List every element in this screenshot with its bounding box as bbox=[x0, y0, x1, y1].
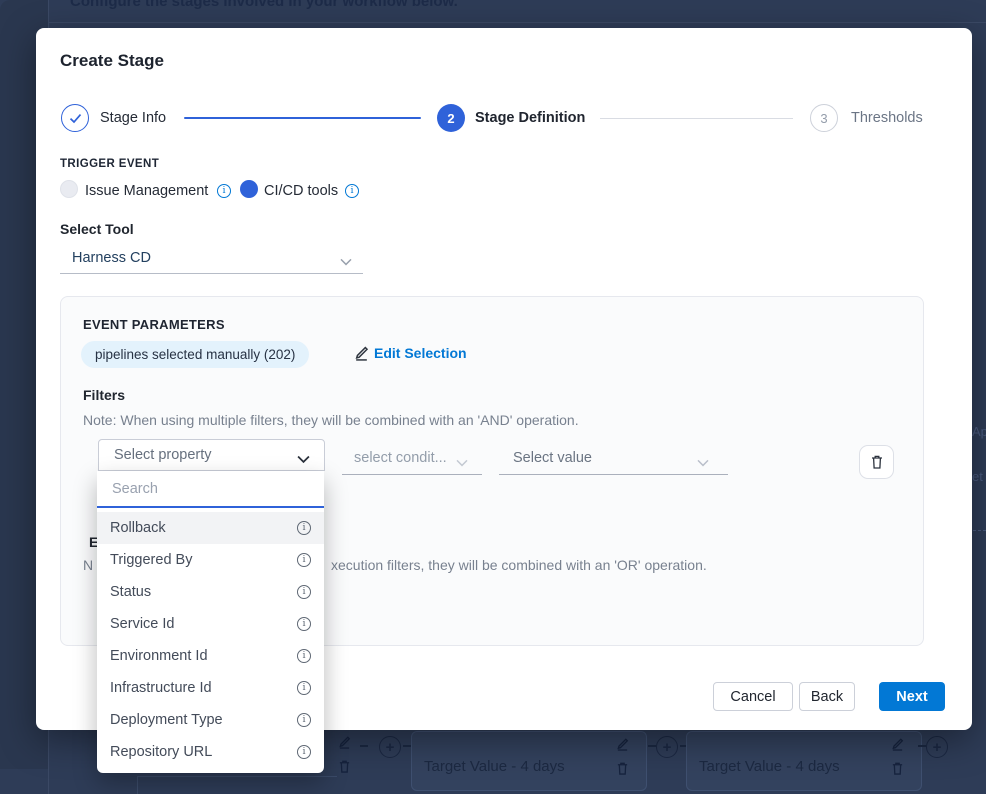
option-label: Status bbox=[110, 584, 151, 600]
stage-card-label: Target Value - 4 days bbox=[424, 758, 565, 775]
trash-icon bbox=[338, 759, 351, 779]
background-card-edge bbox=[137, 776, 138, 794]
cancel-button[interactable]: Cancel bbox=[713, 682, 793, 711]
select-tool-label: Select Tool bbox=[60, 221, 134, 237]
radio-issue-management[interactable] bbox=[60, 180, 78, 198]
background-text-fragment: et bbox=[972, 469, 983, 484]
option-label: Repository URL bbox=[110, 744, 212, 760]
info-icon[interactable] bbox=[297, 681, 311, 695]
info-icon[interactable] bbox=[297, 649, 311, 663]
delete-filter-button[interactable] bbox=[859, 445, 894, 479]
stage-card-label: Target Value - 4 days bbox=[699, 758, 840, 775]
event-parameters-heading: EVENT PARAMETERS bbox=[83, 317, 225, 332]
trigger-event-label: TRIGGER EVENT bbox=[60, 158, 159, 170]
execution-note-fragment: N bbox=[83, 557, 93, 573]
property-option-rollback[interactable]: Rollback bbox=[97, 512, 324, 544]
value-select[interactable]: Select value bbox=[499, 445, 728, 475]
add-stage-button bbox=[926, 736, 948, 758]
background-card-edge bbox=[137, 776, 337, 777]
value-select-placeholder: Select value bbox=[513, 450, 592, 466]
info-icon[interactable] bbox=[345, 184, 359, 198]
stepper-connector bbox=[600, 118, 793, 119]
option-label: Triggered By bbox=[110, 552, 192, 568]
property-option-status[interactable]: Status bbox=[97, 576, 324, 608]
property-option-environment-id[interactable]: Environment Id bbox=[97, 640, 324, 672]
background-dash-fragment bbox=[973, 530, 986, 531]
filters-note: Note: When using multiple filters, they … bbox=[83, 412, 579, 428]
filters-heading: Filters bbox=[83, 387, 125, 403]
background-stage-card: Target Value - 4 days bbox=[411, 731, 647, 791]
background-stage-card: Target Value - 4 days bbox=[686, 731, 922, 791]
info-icon[interactable] bbox=[297, 585, 311, 599]
next-button[interactable]: Next bbox=[879, 682, 945, 711]
connector-dash bbox=[648, 745, 656, 747]
background-divider-horizontal bbox=[48, 22, 986, 23]
trash-icon bbox=[870, 454, 884, 470]
step-label-thresholds[interactable]: Thresholds bbox=[851, 110, 923, 126]
trash-icon bbox=[616, 761, 629, 781]
step-label-stage-info[interactable]: Stage Info bbox=[100, 110, 166, 126]
radio-cicd-tools[interactable] bbox=[240, 180, 258, 198]
info-icon[interactable] bbox=[297, 553, 311, 567]
edit-icon bbox=[616, 737, 629, 756]
info-icon[interactable] bbox=[297, 617, 311, 631]
execution-note-fragment: xecution filters, they will be combined … bbox=[331, 557, 707, 573]
selection-badge: pipelines selected manually (202) bbox=[81, 341, 309, 368]
condition-select[interactable]: select condit... bbox=[342, 445, 482, 475]
info-icon[interactable] bbox=[297, 713, 311, 727]
edit-icon bbox=[891, 737, 904, 756]
property-option-triggered-by[interactable]: Triggered By bbox=[97, 544, 324, 576]
condition-select-placeholder: select condit... bbox=[354, 450, 447, 466]
screen: Configure the stages involved in your wo… bbox=[0, 0, 986, 794]
info-icon[interactable] bbox=[297, 745, 311, 759]
background-text-fragment: Ap bbox=[972, 424, 986, 439]
radio-label-issue-management[interactable]: Issue Management bbox=[85, 183, 208, 200]
property-select[interactable]: Select property bbox=[98, 439, 325, 471]
step-number-badge[interactable]: 3 bbox=[810, 104, 838, 132]
trash-icon bbox=[891, 761, 904, 781]
search-input[interactable] bbox=[97, 471, 324, 508]
radio-label-cicd-tools[interactable]: CI/CD tools bbox=[264, 183, 338, 200]
chevron-down-icon bbox=[456, 454, 468, 472]
property-select-placeholder: Select property bbox=[114, 447, 212, 463]
step-complete-icon[interactable] bbox=[61, 104, 89, 132]
property-dropdown-menu: Rollback Triggered By Status Service Id … bbox=[97, 471, 324, 773]
check-icon bbox=[69, 113, 82, 124]
back-button[interactable]: Back bbox=[799, 682, 855, 711]
chevron-down-icon bbox=[697, 454, 709, 472]
connector-dash bbox=[403, 745, 411, 747]
connector-dash bbox=[918, 745, 926, 747]
option-label: Environment Id bbox=[110, 648, 208, 664]
step-label-stage-definition[interactable]: Stage Definition bbox=[475, 110, 585, 126]
tool-select[interactable]: Harness CD bbox=[60, 245, 363, 274]
property-option-deployment-type[interactable]: Deployment Type bbox=[97, 704, 324, 736]
property-option-list: Rollback Triggered By Status Service Id … bbox=[97, 508, 324, 768]
property-option-repository-url[interactable]: Repository URL bbox=[97, 736, 324, 768]
info-icon[interactable] bbox=[217, 184, 231, 198]
option-label: Infrastructure Id bbox=[110, 680, 212, 696]
connector-dash bbox=[360, 745, 368, 747]
step-number-badge[interactable]: 2 bbox=[437, 104, 465, 132]
dialog-title: Create Stage bbox=[60, 51, 164, 71]
add-stage-button bbox=[379, 736, 401, 758]
option-label: Rollback bbox=[110, 520, 166, 536]
chevron-down-icon bbox=[340, 253, 352, 271]
option-label: Service Id bbox=[110, 616, 174, 632]
tool-select-value: Harness CD bbox=[72, 250, 151, 266]
edit-selection-link[interactable]: Edit Selection bbox=[374, 345, 467, 361]
property-option-service-id[interactable]: Service Id bbox=[97, 608, 324, 640]
edit-icon bbox=[338, 735, 351, 754]
add-stage-button bbox=[656, 736, 678, 758]
stepper-connector bbox=[184, 117, 421, 119]
edit-icon[interactable] bbox=[354, 345, 369, 366]
property-option-infrastructure-id[interactable]: Infrastructure Id bbox=[97, 672, 324, 704]
info-icon[interactable] bbox=[297, 521, 311, 535]
chevron-down-icon bbox=[297, 451, 310, 469]
background-page-heading: Configure the stages involved in your wo… bbox=[70, 0, 458, 10]
option-label: Deployment Type bbox=[110, 712, 223, 728]
